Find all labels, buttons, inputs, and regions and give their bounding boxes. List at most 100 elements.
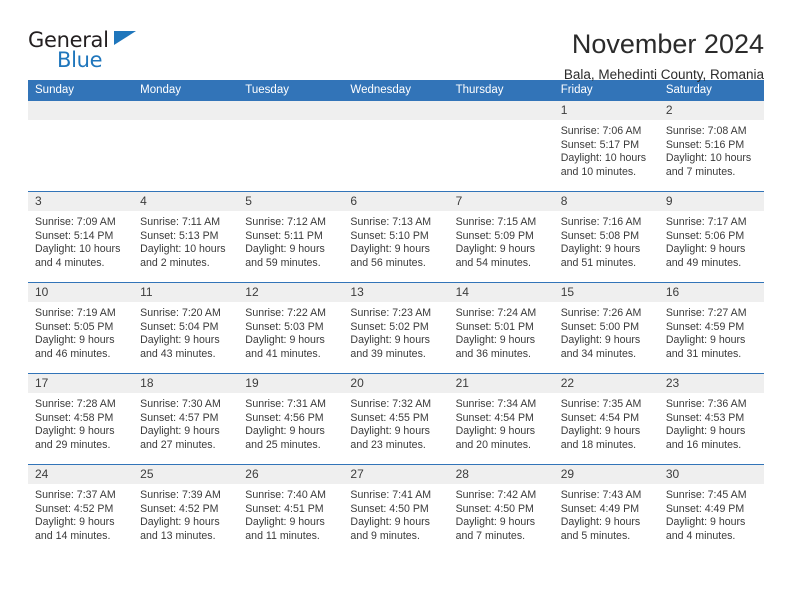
- day-number-band: 2: [658, 101, 764, 120]
- day-cell-empty: [28, 101, 134, 191]
- day-cell-details: Sunrise: 7:43 AM Sunset: 4:49 PM Daylight:…: [554, 484, 659, 543]
- day-number-band: 9: [658, 192, 764, 211]
- sunset-text: Sunset: 4:51 PM: [245, 502, 324, 515]
- day-cell[interactable]: 20 Sunrise: 7:32 AM Sunset: 4:55 PM Dayligh…: [343, 374, 449, 464]
- daylight-text: Daylight: 9 hours and 13 minutes.: [140, 516, 220, 542]
- day-cell[interactable]: 11 Sunrise: 7:20 AM Sunset: 5:04 PM Dayligh…: [133, 283, 239, 373]
- day-number-band: 4: [133, 192, 239, 211]
- sunrise-text: Sunrise: 7:45 AM: [665, 489, 747, 501]
- day-number: 9: [665, 194, 673, 208]
- day-cell[interactable]: 17 Sunrise: 7:28 AM Sunset: 4:58 PM Dayligh…: [28, 374, 134, 464]
- daylight-text: Daylight: 9 hours and 7 minutes.: [455, 516, 536, 542]
- day-cell[interactable]: 19 Sunrise: 7:31 AM Sunset: 4:56 PM Dayligh…: [238, 374, 344, 464]
- day-cell[interactable]: 18 Sunrise: 7:30 AM Sunset: 4:57 PM Dayligh…: [133, 374, 239, 464]
- day-cell-details: Sunrise: 7:15 AM Sunset: 5:09 PM Daylight:…: [449, 211, 554, 270]
- day-cell[interactable]: 26 Sunrise: 7:40 AM Sunset: 4:51 PM Dayligh…: [238, 465, 344, 555]
- day-number: 26: [245, 467, 259, 481]
- day-cell-details: Sunrise: 7:26 AM Sunset: 5:00 PM Daylight:…: [554, 302, 659, 361]
- day-cell-details: Sunrise: 7:39 AM Sunset: 4:52 PM Daylight:…: [133, 484, 238, 543]
- sunrise-text: Sunrise: 7:40 AM: [245, 489, 326, 501]
- sunrise-text: Sunrise: 7:20 AM: [140, 307, 221, 319]
- day-cell[interactable]: 9 Sunrise: 7:17 AM Sunset: 5:06 PM Daylight…: [658, 192, 764, 282]
- day-number-band: 22: [553, 374, 659, 393]
- day-number-band: 25: [133, 465, 239, 484]
- day-cell-details: Sunrise: 7:37 AM Sunset: 4:52 PM Daylight:…: [28, 484, 133, 543]
- day-number-band: 8: [553, 192, 659, 211]
- day-cell-empty: [133, 101, 239, 191]
- day-number: 1: [560, 103, 568, 117]
- sunset-text: Sunset: 5:03 PM: [245, 320, 324, 333]
- day-number-band: 29: [553, 465, 659, 484]
- day-cell[interactable]: 3 Sunrise: 7:09 AM Sunset: 5:14 PM Daylight…: [28, 192, 134, 282]
- day-number-band: [28, 101, 134, 120]
- day-cell-details: Sunrise: 7:23 AM Sunset: 5:02 PM Daylight:…: [343, 302, 448, 361]
- day-number: 15: [560, 285, 575, 299]
- daylight-text: Daylight: 10 hours and 4 minutes.: [35, 243, 121, 269]
- day-number-band: 12: [238, 283, 344, 302]
- day-cell[interactable]: 23 Sunrise: 7:36 AM Sunset: 4:53 PM Dayligh…: [658, 374, 764, 464]
- sunrise-text: Sunrise: 7:19 AM: [35, 307, 116, 319]
- sunset-text: Sunset: 4:50 PM: [350, 502, 429, 515]
- day-number: 7: [455, 194, 463, 208]
- day-number: 17: [35, 376, 49, 390]
- day-cell[interactable]: 30 Sunrise: 7:45 AM Sunset: 4:49 PM Dayligh…: [658, 465, 764, 555]
- day-cell[interactable]: 4 Sunrise: 7:11 AM Sunset: 5:13 PM Daylight…: [133, 192, 239, 282]
- day-number: 13: [350, 285, 364, 299]
- day-number-band: 13: [343, 283, 449, 302]
- day-cell[interactable]: 24 Sunrise: 7:37 AM Sunset: 4:52 PM Dayligh…: [28, 465, 134, 555]
- sunrise-text: Sunrise: 7:08 AM: [665, 125, 747, 137]
- sunset-text: Sunset: 5:00 PM: [560, 320, 640, 333]
- day-number: 6: [350, 194, 358, 208]
- day-cell-details: Sunrise: 7:31 AM Sunset: 4:56 PM Daylight:…: [238, 393, 343, 452]
- day-number: 24: [35, 467, 49, 481]
- sunrise-text: Sunrise: 7:39 AM: [140, 489, 221, 501]
- daylight-text: Daylight: 9 hours and 27 minutes.: [140, 425, 220, 451]
- day-cell[interactable]: 12 Sunrise: 7:22 AM Sunset: 5:03 PM Dayligh…: [238, 283, 344, 373]
- logo-word-blue: Blue: [57, 48, 103, 72]
- day-cell[interactable]: 6 Sunrise: 7:13 AM Sunset: 5:10 PM Daylight…: [343, 192, 449, 282]
- page-title: November 2024: [571, 29, 764, 59]
- day-cell[interactable]: 14 Sunrise: 7:24 AM Sunset: 5:01 PM Dayligh…: [448, 283, 554, 373]
- day-cell[interactable]: 29 Sunrise: 7:43 AM Sunset: 4:49 PM Dayligh…: [553, 465, 659, 555]
- day-cell[interactable]: 25 Sunrise: 7:39 AM Sunset: 4:52 PM Dayligh…: [133, 465, 239, 555]
- daylight-text: Daylight: 10 hours and 7 minutes.: [665, 152, 752, 178]
- day-cell[interactable]: 21 Sunrise: 7:34 AM Sunset: 4:54 PM Dayligh…: [448, 374, 554, 464]
- day-cell-details: Sunrise: 7:45 AM Sunset: 4:49 PM Daylight:…: [659, 484, 764, 543]
- day-cell-details: Sunrise: 7:06 AM Sunset: 5:17 PM Daylight:…: [554, 120, 659, 179]
- title-block: November 2024 Bala, Mehedinti County, Ro…: [564, 28, 764, 83]
- general-blue-logo[interactable]: General Blue: [28, 28, 140, 76]
- day-cell[interactable]: 16 Sunrise: 7:27 AM Sunset: 4:59 PM Dayligh…: [658, 283, 764, 373]
- day-cell-details: Sunrise: 7:36 AM Sunset: 4:53 PM Daylight:…: [659, 393, 764, 452]
- sunrise-text: Sunrise: 7:22 AM: [245, 307, 326, 319]
- day-cell[interactable]: 10 Sunrise: 7:19 AM Sunset: 5:05 PM Dayligh…: [28, 283, 134, 373]
- day-number-band: 19: [238, 374, 344, 393]
- day-number-band: [238, 101, 344, 120]
- sunset-text: Sunset: 5:02 PM: [350, 320, 429, 333]
- daylight-text: Daylight: 9 hours and 51 minutes.: [560, 243, 641, 269]
- day-cell[interactable]: 27 Sunrise: 7:41 AM Sunset: 4:50 PM Dayligh…: [343, 465, 449, 555]
- day-cell-details: Sunrise: 7:19 AM Sunset: 5:05 PM Daylight:…: [28, 302, 133, 361]
- day-number-band: 27: [343, 465, 449, 484]
- day-number-band: 18: [133, 374, 239, 393]
- sunrise-text: Sunrise: 7:34 AM: [455, 398, 537, 410]
- sunset-text: Sunset: 4:52 PM: [140, 502, 219, 515]
- day-cell[interactable]: 5 Sunrise: 7:12 AM Sunset: 5:11 PM Daylight…: [238, 192, 344, 282]
- sunset-text: Sunset: 4:52 PM: [35, 502, 114, 515]
- day-number-band: 24: [28, 465, 134, 484]
- day-cell[interactable]: 28 Sunrise: 7:42 AM Sunset: 4:50 PM Dayligh…: [448, 465, 554, 555]
- day-cell[interactable]: 7 Sunrise: 7:15 AM Sunset: 5:09 PM Daylight…: [448, 192, 554, 282]
- day-cell[interactable]: 2 Sunrise: 7:08 AM Sunset: 5:16 PM Daylight…: [658, 101, 764, 191]
- day-number-band: 7: [448, 192, 554, 211]
- day-number: 5: [245, 194, 252, 208]
- day-cell[interactable]: 22 Sunrise: 7:35 AM Sunset: 4:54 PM Dayligh…: [553, 374, 659, 464]
- day-cell[interactable]: 15 Sunrise: 7:26 AM Sunset: 5:00 PM Dayligh…: [553, 283, 659, 373]
- day-number-band: 11: [133, 283, 239, 302]
- day-cell[interactable]: 8 Sunrise: 7:16 AM Sunset: 5:08 PM Daylight…: [553, 192, 659, 282]
- day-cell[interactable]: 1 Sunrise: 7:06 AM Sunset: 5:17 PM Daylight…: [553, 101, 659, 191]
- day-cell-empty: [343, 101, 449, 191]
- day-cell[interactable]: 13 Sunrise: 7:23 AM Sunset: 5:02 PM Dayligh…: [343, 283, 449, 373]
- day-number-band: 15: [553, 283, 659, 302]
- sunrise-text: Sunrise: 7:11 AM: [140, 216, 221, 228]
- daylight-text: Daylight: 9 hours and 31 minutes.: [665, 334, 746, 360]
- sunset-text: Sunset: 4:50 PM: [455, 502, 534, 515]
